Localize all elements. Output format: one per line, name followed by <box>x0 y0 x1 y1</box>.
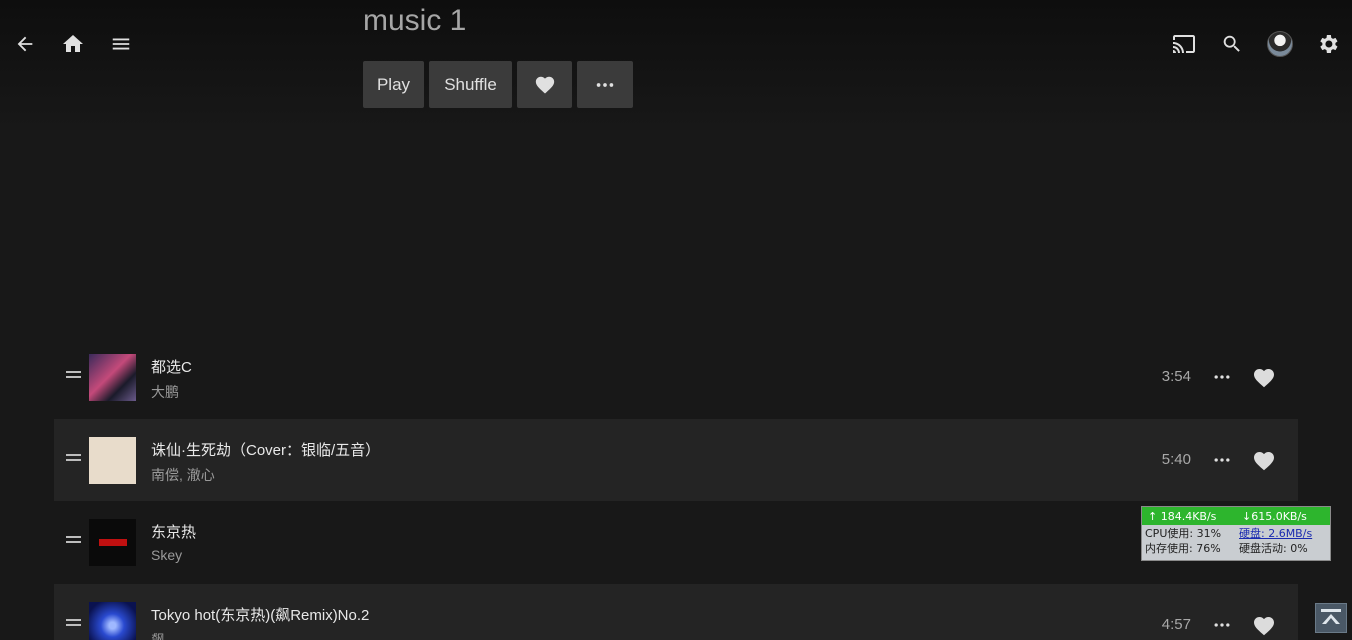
drag-handle-icon[interactable] <box>66 618 81 629</box>
track-title: Tokyo hot(东京热)(飙Remix)No.2 <box>151 606 370 624</box>
favorite-button[interactable] <box>517 61 572 108</box>
album-art <box>89 354 136 401</box>
track-more-button[interactable] <box>1208 611 1236 639</box>
menu-button[interactable] <box>97 20 145 68</box>
header-background <box>0 0 1352 130</box>
cpu-usage: CPU使用: 31% <box>1145 526 1222 540</box>
gear-icon <box>1320 35 1338 53</box>
track-duration: 5:40 <box>1161 450 1191 468</box>
track-row[interactable]: 诛仙·生死劫（Cover：银临/五音） 南偿, 澈心 5:40 <box>54 418 1298 501</box>
settings-button[interactable] <box>1304 20 1352 68</box>
track-title: 诛仙·生死劫（Cover：银临/五音） <box>151 441 381 459</box>
album-art <box>89 436 136 484</box>
track-artist[interactable]: 飙 <box>151 630 165 640</box>
more-horizontal-icon <box>1214 375 1230 379</box>
track-duration: 4:57 <box>1161 615 1191 633</box>
track-favorite-button[interactable] <box>1250 612 1278 640</box>
drag-handle-icon[interactable] <box>66 453 81 464</box>
track-artist[interactable]: 大鹏 <box>151 382 179 402</box>
search-button[interactable] <box>1208 20 1256 68</box>
scroll-top-icon <box>1321 609 1341 624</box>
track-list: 都选C 大鹏 3:54 诛仙·生死劫（Cover：银临/五音） 南偿, 澈心 5… <box>54 336 1298 640</box>
heart-icon <box>1254 616 1274 635</box>
track-favorite-button[interactable] <box>1250 364 1278 392</box>
track-title: 东京热 <box>151 524 197 541</box>
cast-icon <box>1173 35 1195 53</box>
more-button[interactable] <box>577 61 633 108</box>
track-favorite-button[interactable] <box>1250 447 1278 475</box>
user-button[interactable] <box>1256 20 1304 68</box>
track-row[interactable]: 都选C 大鹏 3:54 <box>54 336 1298 419</box>
drag-handle-icon[interactable] <box>66 536 81 546</box>
netmon-speed-bar: ↑ 184.4KB/s ↓615.0KB/s <box>1142 507 1330 525</box>
track-artist[interactable]: Skey <box>151 547 182 563</box>
network-monitor-widget[interactable]: ↑ 184.4KB/s ↓615.0KB/s CPU使用: 31% 硬盘: 2.… <box>1141 506 1331 561</box>
scroll-to-top-button[interactable] <box>1315 603 1347 633</box>
disk-speed: 硬盘: 2.6MB/s <box>1239 526 1313 540</box>
heart-icon <box>1254 369 1274 388</box>
page-title: music 1 <box>363 4 467 37</box>
back-arrow-icon <box>17 36 33 52</box>
track-more-button[interactable] <box>1208 446 1236 474</box>
cast-button[interactable] <box>1160 20 1208 68</box>
header-right <box>1160 20 1352 68</box>
home-icon <box>63 35 83 52</box>
memory-usage: 内存使用: 76% <box>1145 541 1221 555</box>
play-button[interactable]: Play <box>363 61 424 108</box>
more-horizontal-icon <box>1214 622 1230 627</box>
fbi-warning-banner <box>99 539 127 546</box>
track-title: 都选C <box>151 359 192 376</box>
header-left <box>0 20 145 68</box>
more-horizontal-icon <box>1214 457 1230 462</box>
shuffle-button[interactable]: Shuffle <box>429 61 512 108</box>
heart-icon <box>1254 451 1274 470</box>
track-more-button[interactable] <box>1208 363 1236 391</box>
disk-activity: 硬盘活动: 0% <box>1239 541 1308 555</box>
action-bar: Play Shuffle <box>363 61 638 108</box>
album-art <box>89 601 136 640</box>
download-speed: ↓615.0KB/s <box>1242 509 1307 523</box>
menu-icon <box>112 38 130 50</box>
track-artist[interactable]: 南偿, 澈心 <box>151 465 215 485</box>
track-duration: 3:54 <box>1161 368 1191 385</box>
home-button[interactable] <box>49 20 97 68</box>
search-icon <box>1223 35 1240 52</box>
track-row[interactable]: Tokyo hot(东京热)(飙Remix)No.2 飙 4:57 <box>54 583 1298 640</box>
upload-speed: ↑ 184.4KB/s <box>1148 509 1217 523</box>
album-art <box>89 519 136 566</box>
back-button[interactable] <box>1 20 49 68</box>
more-horizontal-icon <box>596 82 614 87</box>
heart-icon <box>535 76 554 94</box>
track-row[interactable]: 东京热 Skey <box>54 501 1298 584</box>
drag-handle-icon[interactable] <box>66 371 81 381</box>
avatar <box>1267 31 1293 57</box>
